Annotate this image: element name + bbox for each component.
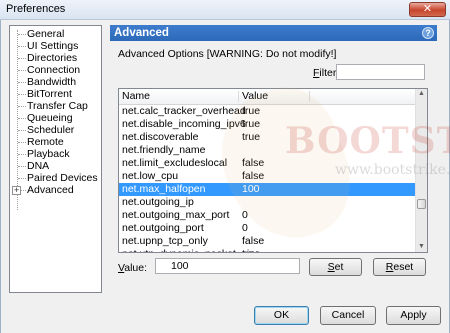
sidebar-item[interactable]: Playback: [27, 148, 70, 160]
option-name: net.limit_excludeslocal: [122, 157, 228, 169]
column-value-header[interactable]: Value: [242, 90, 268, 103]
option-name: net.utp_dynamic_packet_size: [122, 248, 260, 252]
option-value: false: [242, 235, 265, 247]
table-row[interactable]: net.utp_dynamic_packet_sizetrue: [119, 248, 415, 252]
option-name: net.disable_incoming_ipv6: [122, 118, 246, 130]
apply-button[interactable]: Apply: [386, 306, 441, 325]
option-value: true: [242, 105, 261, 117]
table-row[interactable]: net.limit_excludeslocal false: [119, 157, 415, 170]
tree-connector: [18, 46, 26, 47]
column-divider[interactable]: [238, 91, 239, 102]
sidebar-item[interactable]: Scheduler: [27, 124, 74, 136]
sidebar-item[interactable]: Advanced: [27, 184, 74, 196]
option-value: true: [242, 131, 261, 143]
option-name: net.outgoing_ip: [122, 196, 194, 208]
option-name: net.upnp_tcp_only: [122, 235, 208, 247]
sidebar-item[interactable]: Queueing: [27, 112, 73, 124]
option-name: net.friendly_name: [122, 144, 206, 156]
tree-connector: [18, 34, 26, 35]
option-value: true: [242, 248, 260, 252]
ok-button[interactable]: OK: [254, 306, 309, 325]
tree-connector: [18, 106, 26, 107]
tree-connector: [18, 82, 26, 83]
value-input[interactable]: 100: [155, 258, 300, 274]
scrollbar-thumb[interactable]: [417, 199, 426, 209]
sidebar-item[interactable]: UI Settings: [27, 40, 78, 52]
option-name: net.outgoing_max_port: [122, 209, 230, 221]
option-name: net.calc_tracker_overhead: [122, 105, 246, 117]
close-icon: ✕: [422, 3, 433, 15]
table-row[interactable]: net.calc_tracker_overhead true: [119, 105, 415, 118]
advanced-options-list[interactable]: Name Value net.calc_tracker_overhead true…: [118, 88, 428, 253]
sidebar-item[interactable]: Bandwidth: [27, 76, 76, 88]
table-row[interactable]: net.disable_incoming_ipv6 true: [119, 118, 415, 131]
table-row[interactable]: net.outgoing_max_port 0: [119, 209, 415, 222]
option-name: net.low_cpu: [122, 170, 179, 182]
list-header: Name Value: [119, 89, 415, 105]
filter-input[interactable]: [336, 64, 425, 80]
sidebar-item[interactable]: Remote: [27, 136, 64, 148]
window-title: Preferences: [6, 3, 66, 15]
tree-connector: [18, 130, 26, 131]
option-name: net.max_halfopen: [122, 183, 206, 195]
scroll-down-icon[interactable]: ▼: [417, 242, 426, 252]
selected-table-row[interactable]: net.max_halfopen 100: [119, 183, 415, 196]
table-row[interactable]: net.outgoing_ip: [119, 196, 415, 209]
advanced-panel-header: Advanced ?: [110, 25, 437, 41]
vertical-scrollbar[interactable]: ▲ ▼: [415, 89, 427, 252]
sidebar-item[interactable]: Transfer Cap: [27, 100, 88, 112]
option-value: 0: [242, 209, 248, 221]
reset-button[interactable]: Reset: [373, 258, 426, 276]
sidebar-item[interactable]: Connection: [27, 64, 80, 76]
option-value: 0: [242, 222, 248, 234]
tree-connector: [18, 154, 26, 155]
preferences-nav-tree[interactable]: General UI Settings Directories Connection B…: [9, 25, 102, 293]
option-value: false: [242, 157, 265, 169]
table-row[interactable]: net.friendly_name: [119, 144, 415, 157]
option-value: true: [242, 118, 261, 130]
tree-connector: [18, 142, 26, 143]
panel-title: Advanced: [114, 27, 169, 39]
table-row[interactable]: net.low_cpu false: [119, 170, 415, 183]
tree-connector: [18, 118, 26, 119]
sidebar-item[interactable]: DNA: [27, 160, 49, 172]
tree-connector: [18, 58, 26, 59]
set-button[interactable]: Set: [309, 258, 362, 276]
option-name: net.outgoing_port: [122, 222, 204, 234]
title-bar: Preferences ✕: [0, 0, 450, 20]
option-value: false: [242, 170, 265, 182]
tree-connector: [18, 70, 26, 71]
sidebar-item[interactable]: Paired Devices: [27, 172, 98, 184]
table-row[interactable]: net.outgoing_port 0: [119, 222, 415, 235]
table-row[interactable]: net.discoverable true: [119, 131, 415, 144]
expand-plus-icon[interactable]: +: [12, 186, 21, 195]
tree-connector: [18, 166, 26, 167]
tree-connector: [18, 94, 26, 95]
tree-connector: [18, 178, 26, 179]
column-name-header[interactable]: Name: [122, 90, 150, 103]
tree-connector: [17, 30, 18, 210]
column-divider[interactable]: [309, 91, 310, 102]
option-name: net.discoverable: [122, 131, 199, 143]
close-button[interactable]: ✕: [409, 2, 446, 17]
sidebar-item[interactable]: BitTorrent: [27, 88, 72, 100]
value-label: Value:: [118, 262, 148, 274]
option-value: 100: [242, 183, 260, 195]
table-row[interactable]: net.upnp_tcp_only false: [119, 235, 415, 248]
scroll-up-icon[interactable]: ▲: [417, 89, 426, 99]
sidebar-item[interactable]: Directories: [27, 52, 77, 64]
cancel-button[interactable]: Cancel: [320, 306, 376, 325]
help-icon[interactable]: ?: [422, 27, 434, 39]
section-label: Advanced Options [WARNING: Do not modify…: [118, 48, 337, 60]
sidebar-item[interactable]: General: [27, 28, 64, 40]
